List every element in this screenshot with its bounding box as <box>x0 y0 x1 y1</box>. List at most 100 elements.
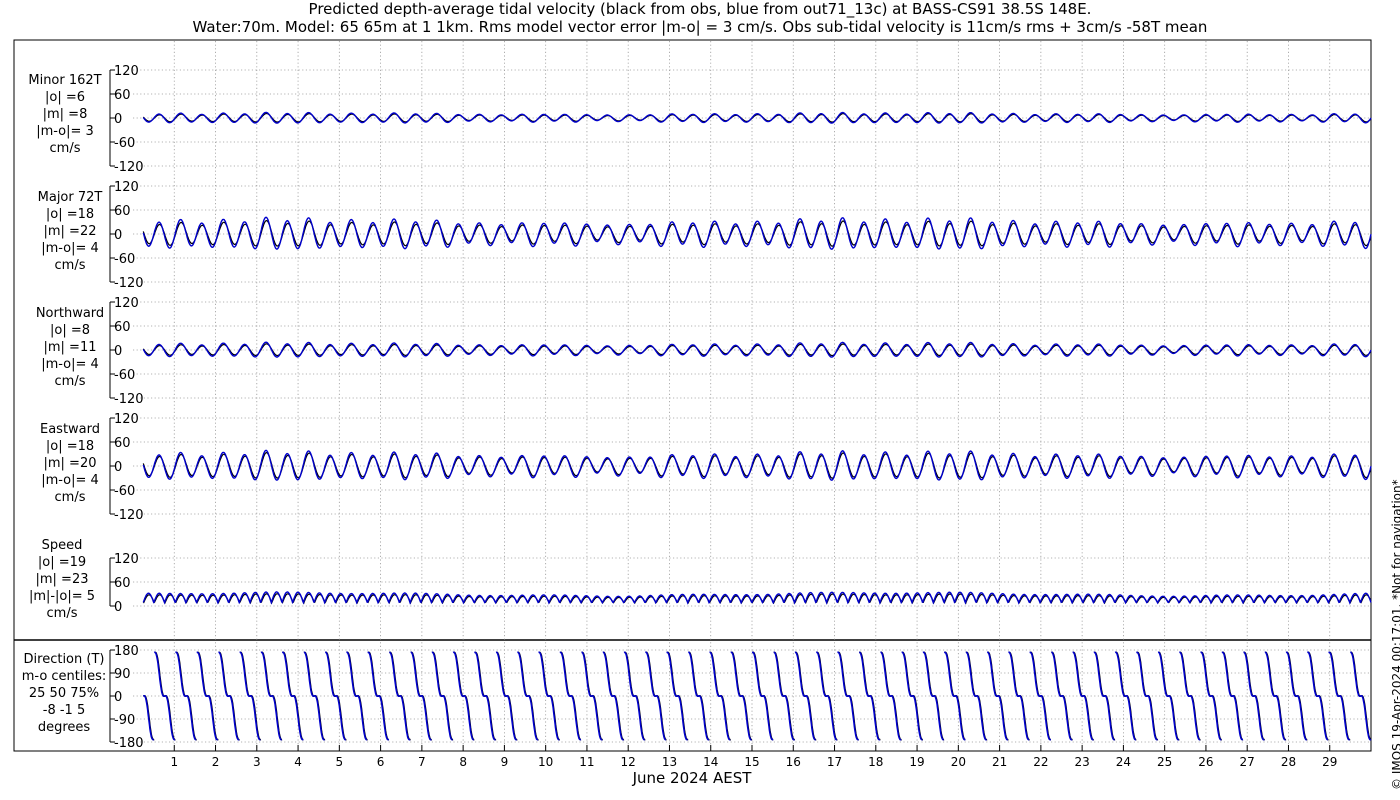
panel-label-line: degrees <box>38 720 91 735</box>
x-tick-label: 23 <box>1074 755 1089 769</box>
x-tick-label: 22 <box>1033 755 1048 769</box>
panel-label-line: |m| =22 <box>44 224 97 239</box>
panel-label-line: |m| =23 <box>36 572 89 587</box>
y-tick-label: 0 <box>114 600 122 615</box>
y-tick-label: 60 <box>114 88 131 103</box>
y-tick-label: 180 <box>114 644 139 659</box>
copyright-notice: © IMOS 19-Apr-2024 00:17:01. *Not for na… <box>1390 479 1400 790</box>
y-tick-label: 120 <box>114 412 139 427</box>
y-tick-label: -120 <box>114 508 144 523</box>
x-tick-label: 26 <box>1198 755 1213 769</box>
y-tick-label: -60 <box>114 368 135 383</box>
panel-speed: 120 60 0 Speed |o| =19 |m| =23 |m|-|o|= 5 cm/s <box>29 538 1372 621</box>
x-tick-label: 21 <box>992 755 1007 769</box>
x-axis-label: June 2024 AEST <box>632 769 753 787</box>
y-tick-label: -120 <box>114 160 144 175</box>
y-tick-label: 120 <box>114 180 139 195</box>
panel-label-line: |m-o|= 4 <box>41 357 99 372</box>
panel-label-line: Minor 162T <box>28 73 101 88</box>
panel-label-line: cm/s <box>55 258 86 273</box>
x-tick-label: 19 <box>909 755 924 769</box>
series-model-line <box>142 449 1372 481</box>
y-tick-label: 0 <box>114 112 122 127</box>
x-tick-label: 10 <box>538 755 553 769</box>
x-tick-label: 1 <box>170 755 178 769</box>
panel-east: 120 60 0 -60 -120 Eastward |o| =18 |m| =20 |m-o|… <box>40 412 1372 523</box>
x-tick-label: 8 <box>459 755 467 769</box>
y-tick-label: -90 <box>114 713 135 728</box>
panel-label-line: |o| =18 <box>46 207 94 222</box>
y-tick-label: -120 <box>114 276 144 291</box>
x-tick-label: 11 <box>579 755 594 769</box>
panel-label-line: |m-o|= 4 <box>41 241 99 256</box>
x-tick-label: 6 <box>377 755 385 769</box>
y-tick-label: -120 <box>114 392 144 407</box>
panel-label-line: cm/s <box>55 374 86 389</box>
x-tick-label: 4 <box>294 755 302 769</box>
x-tick-label: 27 <box>1240 755 1255 769</box>
y-tick-label: 60 <box>114 436 131 451</box>
y-tick-label: 0 <box>114 690 122 705</box>
panel-label-line: |m| =11 <box>44 340 97 355</box>
panel-direction: 180 90 0 -90 -180 Direction (T) m-o centiles: 2… <box>22 644 1372 751</box>
x-tick-label: 3 <box>253 755 261 769</box>
panel-label-line: 25 50 75% <box>29 686 99 701</box>
x-tick-label: 7 <box>418 755 426 769</box>
y-tick-label: -60 <box>114 252 135 267</box>
panel-label-line: cm/s <box>47 606 78 621</box>
x-tick-label: 24 <box>1116 755 1131 769</box>
panel-label-line: Direction (T) <box>24 652 105 667</box>
x-tick-label: 12 <box>621 755 636 769</box>
x-tick-label: 17 <box>827 755 842 769</box>
panel-label-line: Speed <box>42 538 83 553</box>
panel-major: 120 60 0 -60 -120 Major 72T |o| =18 |m| =22 |m-o… <box>38 180 1372 291</box>
outer-frame <box>13 39 1372 752</box>
x-tick-label: 20 <box>951 755 966 769</box>
panel-label-line: Major 72T <box>38 190 103 205</box>
y-tick-label: 0 <box>114 228 122 243</box>
x-tick-label: 13 <box>662 755 677 769</box>
panel-label-line: |m-o|= 4 <box>41 473 99 488</box>
panel-label-line: |o| =18 <box>46 439 94 454</box>
x-tick-label: 16 <box>786 755 801 769</box>
panels-layer: 120 60 0 -60 -120 Minor 162T |o| =6 |m| =8 |m-o|… <box>22 64 1372 751</box>
x-tick-label: 14 <box>703 755 718 769</box>
y-tick-label: 120 <box>114 552 139 567</box>
y-tick-label: 60 <box>114 576 131 591</box>
x-tick-label: 25 <box>1157 755 1172 769</box>
x-axis: 1 2 3 4 5 6 7 8 9 10 11 12 13 14 15 16 17 18 19 20 21 22 23 24 2… <box>170 745 1337 769</box>
x-tick-label: 28 <box>1281 755 1296 769</box>
panel-label-line: Northward <box>36 306 104 321</box>
panel-label-line: cm/s <box>50 141 81 156</box>
panel-label-line: |m-o|= 3 <box>36 124 94 139</box>
panel-label-line: -8 -1 5 <box>43 703 85 718</box>
panel-label-line: |m| =8 <box>43 107 88 122</box>
series-model-line <box>142 591 1372 605</box>
grid-layer <box>173 41 1331 750</box>
x-tick-label: 15 <box>744 755 759 769</box>
panel-label-line: |m| =20 <box>44 456 97 471</box>
tidal-velocity-chart: 120600-60-120Minor 162T|o| =6|m| =8|m-o|… <box>13 39 1372 787</box>
panel-minor: 120 60 0 -60 -120 Minor 162T |o| =6 |m| =8 |m-o|… <box>28 64 1372 175</box>
panel-label-line: Eastward <box>40 422 100 437</box>
series-model-line <box>142 216 1372 250</box>
y-tick-label: -60 <box>114 484 135 499</box>
panel-label-line: |m|-|o|= 5 <box>29 589 95 604</box>
y-tick-label: 120 <box>114 64 139 79</box>
y-tick-label: 60 <box>114 320 131 335</box>
x-tick-label: 5 <box>336 755 344 769</box>
x-tick-label: 18 <box>868 755 883 769</box>
y-tick-label: -60 <box>114 136 135 151</box>
y-tick-label: 0 <box>114 460 122 475</box>
panel-label-line: |o| =6 <box>45 90 85 105</box>
panel-label-line: |o| =8 <box>50 323 90 338</box>
y-tick-label: 120 <box>114 296 139 311</box>
y-tick-label: 90 <box>114 667 131 682</box>
y-tick-label: -180 <box>114 736 144 751</box>
x-tick-label: 29 <box>1322 755 1337 769</box>
panel-label-line: cm/s <box>55 490 86 505</box>
panel-label-line: |o| =19 <box>38 555 86 570</box>
y-tick-label: 60 <box>114 204 131 219</box>
x-tick-label: 9 <box>501 755 509 769</box>
y-tick-label: 0 <box>114 344 122 359</box>
